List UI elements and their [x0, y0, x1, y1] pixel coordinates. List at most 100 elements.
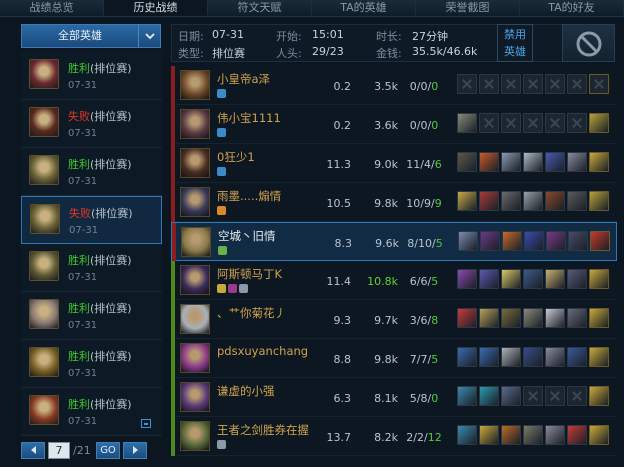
- player-name[interactable]: 雨墨.....煽情: [217, 188, 281, 204]
- player-row[interactable]: 、艹你菊花丿 9.3 9.7k 3/6/8: [171, 300, 617, 339]
- tab-3[interactable]: TA的英雄: [312, 0, 416, 16]
- item-icon[interactable]: [457, 113, 477, 133]
- player-name[interactable]: 王者之剑胜券在握: [217, 422, 309, 438]
- player-name[interactable]: 空城丶旧情: [218, 228, 276, 244]
- item-icon[interactable]: [589, 191, 609, 211]
- item-icon[interactable]: [501, 386, 521, 406]
- item-icon[interactable]: [589, 152, 609, 172]
- item-icon[interactable]: [568, 231, 588, 251]
- game-list-item[interactable]: 胜利(排位赛) 07-31: [21, 340, 162, 388]
- item-icon[interactable]: [501, 191, 521, 211]
- game-list-item[interactable]: 胜利(排位赛) 07-31: [21, 388, 162, 436]
- player-row[interactable]: pdsxuyanchang 8.8 9.8k 7/7/5: [171, 339, 617, 378]
- item-icon[interactable]: [523, 308, 543, 328]
- item-icon[interactable]: [457, 386, 477, 406]
- item-icon[interactable]: [567, 308, 587, 328]
- item-icon[interactable]: [546, 231, 566, 251]
- item-icon[interactable]: [523, 425, 543, 445]
- player-name[interactable]: 、艹你菊花丿: [217, 305, 286, 321]
- item-icon[interactable]: [479, 152, 499, 172]
- go-button[interactable]: GO: [96, 441, 120, 459]
- mode-text: (排位赛): [90, 62, 132, 75]
- item-icon[interactable]: [479, 347, 499, 367]
- item-icon[interactable]: [567, 269, 587, 289]
- hero-filter-dropdown[interactable]: 全部英雄: [21, 24, 161, 48]
- item-icon[interactable]: [545, 191, 565, 211]
- item-icon[interactable]: [480, 231, 500, 251]
- item-icon[interactable]: [589, 308, 609, 328]
- empty-item-slot-icon: [501, 74, 521, 94]
- item-icon[interactable]: [567, 152, 587, 172]
- game-list-item[interactable]: 胜利(排位赛) 07-31: [21, 148, 162, 196]
- item-icon[interactable]: [501, 347, 521, 367]
- deaths: 0: [420, 80, 428, 93]
- item-icon[interactable]: [502, 231, 522, 251]
- player-name[interactable]: 阿斯顿马丁K: [217, 266, 282, 282]
- item-icon[interactable]: [590, 231, 610, 251]
- item-icon[interactable]: [479, 269, 499, 289]
- item-icon[interactable]: [567, 425, 587, 445]
- player-row[interactable]: 0狂少1 11.3 9.0k 11/4/6: [171, 144, 617, 183]
- player-name[interactable]: 0狂少1: [217, 149, 255, 165]
- item-icon[interactable]: [545, 269, 565, 289]
- item-icon[interactable]: [457, 308, 477, 328]
- item-icon[interactable]: [589, 113, 609, 133]
- item-icon[interactable]: [545, 347, 565, 367]
- game-list-item[interactable]: 胜利(排位赛) 07-31: [21, 244, 162, 292]
- item-icon[interactable]: [457, 152, 477, 172]
- item-icon[interactable]: [479, 191, 499, 211]
- item-icon[interactable]: [589, 269, 609, 289]
- item-icon[interactable]: [523, 269, 543, 289]
- player-name[interactable]: 伟小宝1111: [217, 110, 281, 126]
- player-row[interactable]: 伟小宝1111 0.2 3.6k 0/0/0: [171, 105, 617, 144]
- item-icon[interactable]: [545, 152, 565, 172]
- item-icon[interactable]: [524, 231, 544, 251]
- game-list-item[interactable]: 失败(排位赛) 07-31: [21, 100, 162, 148]
- tab-5[interactable]: TA的好友: [520, 0, 624, 16]
- player-name[interactable]: 谦虚的小强: [217, 383, 275, 399]
- next-page-button[interactable]: [123, 441, 147, 459]
- player-row[interactable]: 王者之剑胜券在握 13.7 8.2k 2/2/12: [171, 417, 617, 456]
- chevron-down-icon[interactable]: [138, 25, 160, 47]
- player-row[interactable]: 空城丶旧情 8.3 9.6k 8/10/5: [171, 222, 617, 262]
- tab-0[interactable]: 战绩总览: [0, 0, 104, 16]
- replay-icon[interactable]: [141, 419, 151, 428]
- item-icon[interactable]: [523, 347, 543, 367]
- player-name[interactable]: 小皇帝a泽: [217, 71, 270, 87]
- item-icon[interactable]: [545, 425, 565, 445]
- banned-heroes-button[interactable]: 禁用 英雄: [497, 24, 533, 62]
- item-icon[interactable]: [501, 152, 521, 172]
- item-icon[interactable]: [523, 152, 543, 172]
- item-icon[interactable]: [523, 191, 543, 211]
- item-icon[interactable]: [479, 425, 499, 445]
- item-icon[interactable]: [457, 347, 477, 367]
- item-icon[interactable]: [501, 269, 521, 289]
- item-icon[interactable]: [567, 191, 587, 211]
- item-icon[interactable]: [457, 191, 477, 211]
- item-icon[interactable]: [458, 231, 478, 251]
- item-icon[interactable]: [501, 425, 521, 445]
- game-list-item[interactable]: 胜利(排位赛) 07-31: [21, 292, 162, 340]
- item-icon[interactable]: [589, 425, 609, 445]
- item-icon[interactable]: [589, 386, 609, 406]
- item-icon[interactable]: [545, 308, 565, 328]
- item-icon[interactable]: [589, 347, 609, 367]
- tab-1[interactable]: 历史战绩: [104, 0, 208, 16]
- item-icon[interactable]: [501, 308, 521, 328]
- player-row[interactable]: 阿斯顿马丁K 11.4 10.8k 6/6/5: [171, 261, 617, 300]
- item-icon[interactable]: [479, 386, 499, 406]
- player-row[interactable]: 小皇帝a泽 0.2 3.5k 0/0/0: [171, 66, 617, 105]
- item-icon[interactable]: [457, 425, 477, 445]
- tab-2[interactable]: 符文天赋: [208, 0, 312, 16]
- tab-4[interactable]: 荣誉截图: [416, 0, 520, 16]
- prev-page-button[interactable]: [21, 441, 45, 459]
- item-icon[interactable]: [479, 308, 499, 328]
- game-list-item[interactable]: 失败(排位赛) 07-31: [21, 196, 162, 244]
- player-row[interactable]: 雨墨.....煽情 10.5 9.8k 10/9/9: [171, 183, 617, 222]
- player-row[interactable]: 谦虚的小强 6.3 8.1k 5/8/0: [171, 378, 617, 417]
- player-name[interactable]: pdsxuyanchang: [217, 344, 308, 358]
- page-number-input[interactable]: 7: [48, 441, 70, 459]
- item-icon[interactable]: [457, 269, 477, 289]
- item-icon[interactable]: [567, 347, 587, 367]
- game-list-item[interactable]: 胜利(排位赛) 07-31: [21, 52, 162, 100]
